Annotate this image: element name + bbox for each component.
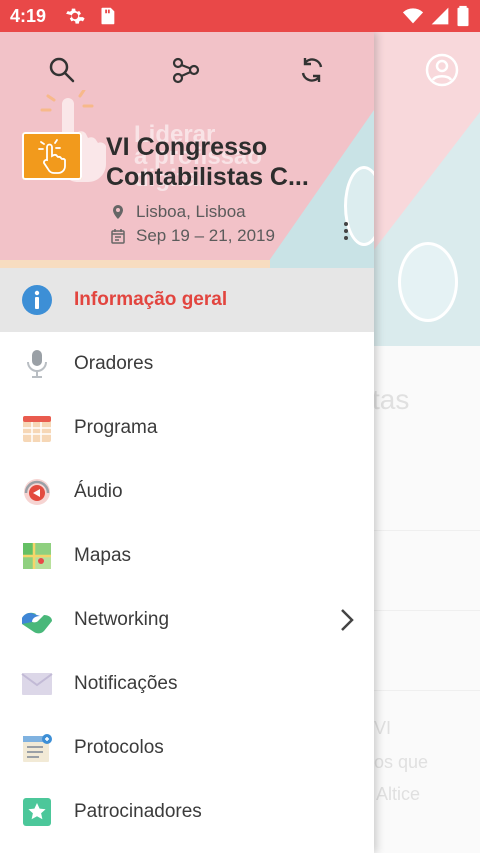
menu-item-oradores[interactable]: Oradores xyxy=(0,332,374,396)
protocols-icon xyxy=(23,734,52,762)
wifi-icon xyxy=(402,8,424,24)
menu-item-mapas[interactable]: Mapas xyxy=(0,524,374,588)
menu-item-audio[interactable]: Áudio xyxy=(0,460,374,524)
audio-icon xyxy=(24,479,50,505)
menu-item-notificacoes[interactable]: Notificações xyxy=(0,652,374,716)
navigation-drawer: Liderar a profissão digital VI Congresso… xyxy=(0,32,374,853)
chevron-right-icon[interactable] xyxy=(338,607,356,633)
sd-card-icon xyxy=(101,7,115,25)
menu-item-networking[interactable]: Networking xyxy=(0,588,374,652)
map-icon xyxy=(23,543,51,569)
event-title: VI Congresso Contabilistas C... xyxy=(106,133,309,191)
status-bar: 4:19 xyxy=(0,0,480,32)
more-options-icon[interactable] xyxy=(338,216,354,246)
event-logo xyxy=(22,132,82,180)
menu-item-programa[interactable]: Programa xyxy=(0,396,374,460)
calendar-small-icon xyxy=(111,229,125,244)
handshake-icon xyxy=(22,612,52,634)
microphone-icon xyxy=(27,350,47,378)
location-pin-icon xyxy=(113,205,123,219)
status-time: 4:19 xyxy=(10,5,47,26)
share-icon xyxy=(172,57,200,84)
menu-item-patrocinadores[interactable]: Patrocinadores xyxy=(0,780,374,844)
event-dates: Sep 19 – 21, 2019 xyxy=(110,226,275,246)
search-icon xyxy=(49,57,75,83)
calendar-icon xyxy=(23,416,51,442)
tap-hand-icon xyxy=(38,139,66,174)
info-icon xyxy=(22,285,52,315)
menu-item-informacao-geral[interactable]: Informação geral xyxy=(0,268,374,332)
signal-icon xyxy=(431,7,449,25)
search-button[interactable] xyxy=(44,52,80,88)
drawer-header: Liderar a profissão digital VI Congresso… xyxy=(0,32,374,268)
drawer-menu: Informação geral Oradores Programa Áudio… xyxy=(0,268,374,844)
settings-gear-icon xyxy=(66,8,85,24)
refresh-icon xyxy=(301,58,323,82)
battery-icon xyxy=(457,5,469,27)
menu-item-protocolos[interactable]: Protocolos xyxy=(0,716,374,780)
refresh-button[interactable] xyxy=(294,52,330,88)
star-badge-icon xyxy=(23,798,51,826)
event-location: Lisboa, Lisboa xyxy=(110,202,246,222)
envelope-icon xyxy=(21,673,53,695)
share-button[interactable] xyxy=(168,52,204,88)
